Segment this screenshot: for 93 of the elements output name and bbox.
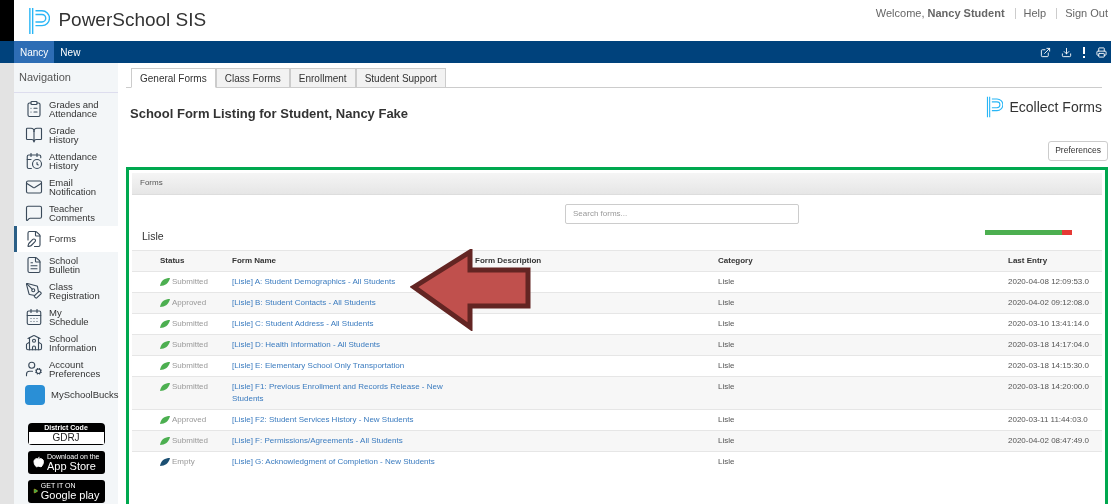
- status-text: Empty: [172, 455, 195, 468]
- tab[interactable]: Student Support: [355, 68, 446, 88]
- column-header: Last Entry: [1008, 255, 1048, 265]
- sidebar-item[interactable]: School Bulletin: [14, 251, 118, 278]
- speech-bubble-icon: [25, 203, 43, 222]
- form-link[interactable]: [Lisle] F2: Student Services History - New Students: [232, 413, 414, 426]
- sidebar-item[interactable]: Grade History: [14, 121, 118, 148]
- category-cell: Lisle: [718, 276, 735, 286]
- last-entry-cell: 2020-03-10 13:41:14.0: [1008, 318, 1089, 328]
- apple-icon: [32, 455, 44, 469]
- app-title: PowerSchool SIS: [58, 8, 207, 33]
- column-header: Form Name: [232, 255, 276, 265]
- category-cell: Lisle: [718, 339, 735, 349]
- status-text: Submitted: [172, 359, 209, 372]
- badge-store-name: Google play: [40, 489, 100, 501]
- logo-icon: [28, 6, 51, 35]
- badge-store-name: App Store: [46, 460, 97, 472]
- form-link[interactable]: [Lisle] G: Acknowledgment of Completion - New Students: [232, 455, 435, 468]
- nav-tab[interactable]: Nancy: [14, 41, 55, 63]
- status-text: Approved: [172, 296, 207, 309]
- sidebar-item[interactable]: My Schedule: [14, 303, 118, 330]
- external-link-icon[interactable]: [1040, 46, 1051, 58]
- header-link[interactable]: Sign Out: [1056, 7, 1108, 19]
- sidebar-item[interactable]: Attendance History: [14, 147, 118, 174]
- sidebar-item[interactable]: Forms: [14, 225, 118, 252]
- user-gear-icon: [25, 359, 43, 378]
- book-icon: [25, 125, 43, 144]
- download-icon[interactable]: [1061, 46, 1072, 58]
- last-entry-cell: 2020-04-02 08:47:49.0: [1008, 435, 1089, 445]
- column-header: Form Description: [475, 255, 542, 265]
- category-cell: Lisle: [718, 414, 735, 424]
- tab[interactable]: Class Forms: [215, 68, 290, 88]
- brand-name: Ecollect Forms: [1009, 97, 1102, 117]
- form-link[interactable]: [Lisle] A: Student Demographics - All Students: [232, 275, 396, 288]
- printer-icon[interactable]: [1096, 46, 1107, 58]
- last-entry-cell: 2020-04-02 09:12:08.0: [1008, 297, 1089, 307]
- tab[interactable]: General Forms: [131, 68, 216, 88]
- status-text: Submitted: [172, 317, 209, 330]
- category-cell: Lisle: [718, 456, 735, 466]
- form-link[interactable]: [Lisle] E: Elementary School Only Transportation: [232, 359, 405, 372]
- group-title: Lisle: [142, 228, 164, 244]
- welcome-text: Welcome, Nancy Student: [875, 6, 1005, 21]
- form-link[interactable]: [Lisle] D: Health Information - All Students: [232, 338, 381, 351]
- column-header: Category: [718, 255, 753, 265]
- category-cell: Lisle: [718, 360, 735, 370]
- preferences-button[interactable]: Preferences: [1048, 140, 1108, 161]
- tab[interactable]: Enrollment: [289, 68, 356, 88]
- wallet-icon: [25, 384, 45, 405]
- category-cell: Lisle: [718, 435, 735, 445]
- logo-icon: [985, 96, 1004, 118]
- panel-title: Forms: [140, 177, 163, 189]
- calendar-icon: [25, 307, 43, 326]
- status-text: Approved: [172, 413, 207, 426]
- sidebar-item[interactable]: Account Preferences: [14, 355, 118, 382]
- nav-tab[interactable]: New: [54, 41, 87, 63]
- pen-icon: [25, 281, 43, 300]
- column-header: Status: [160, 255, 185, 265]
- calendar-clock-icon: [25, 151, 43, 170]
- form-link[interactable]: [Lisle] B: Student Contacts - All Students: [232, 296, 376, 309]
- last-entry-cell: 2020-03-18 14:20:00.0: [1008, 381, 1089, 391]
- mail-icon: [25, 177, 43, 196]
- sidebar-item[interactable]: MySchoolBucks: [14, 381, 118, 408]
- search-field[interactable]: Search forms...: [565, 203, 799, 224]
- document-icon: [25, 255, 43, 274]
- category-cell: Lisle: [718, 318, 735, 328]
- district-code: GDRJ: [28, 431, 104, 444]
- last-entry-cell: 2020-03-18 14:17:04.0: [1008, 339, 1089, 349]
- status-text: Submitted: [172, 275, 209, 288]
- sidebar-item[interactable]: Email Notification: [14, 173, 118, 200]
- last-entry-cell: 2020-03-11 11:44:03.0: [1008, 414, 1088, 424]
- status-text: Submitted: [172, 338, 209, 351]
- sidebar-item[interactable]: Class Registration: [14, 277, 118, 304]
- status-text: Submitted: [172, 380, 209, 393]
- sidebar-item[interactable]: School Information: [14, 329, 118, 356]
- form-link[interactable]: [Lisle] F: Permissions/Agreements - All Students: [232, 434, 403, 447]
- play-icon: [32, 485, 38, 497]
- header-link[interactable]: Help: [1014, 7, 1047, 19]
- sidebar-title: Navigation: [14, 63, 118, 93]
- status-text: Submitted: [172, 434, 209, 447]
- form-link[interactable]: [Lisle] C: Student Address - All Students: [232, 317, 374, 330]
- edge-strip: [0, 0, 14, 41]
- form-icon: [25, 229, 43, 248]
- sidebar-item[interactable]: Teacher Comments: [14, 199, 118, 226]
- last-entry-cell: 2020-04-08 12:09:53.0: [1008, 276, 1089, 286]
- category-cell: Lisle: [718, 297, 735, 307]
- sidebar-item[interactable]: Grades and Attendance: [14, 95, 118, 122]
- page-title: School Form Listing for Student, Nancy Fake: [130, 105, 409, 123]
- form-link[interactable]: [Lisle] F1: Previous Enrollment and Records Release - New Students: [232, 380, 455, 405]
- clipboard-icon: [25, 99, 43, 118]
- exclamation-icon[interactable]: [1082, 46, 1086, 58]
- last-entry-cell: 2020-03-18 14:15:30.0: [1008, 360, 1089, 370]
- category-cell: Lisle: [718, 381, 735, 391]
- school-icon: [25, 333, 43, 352]
